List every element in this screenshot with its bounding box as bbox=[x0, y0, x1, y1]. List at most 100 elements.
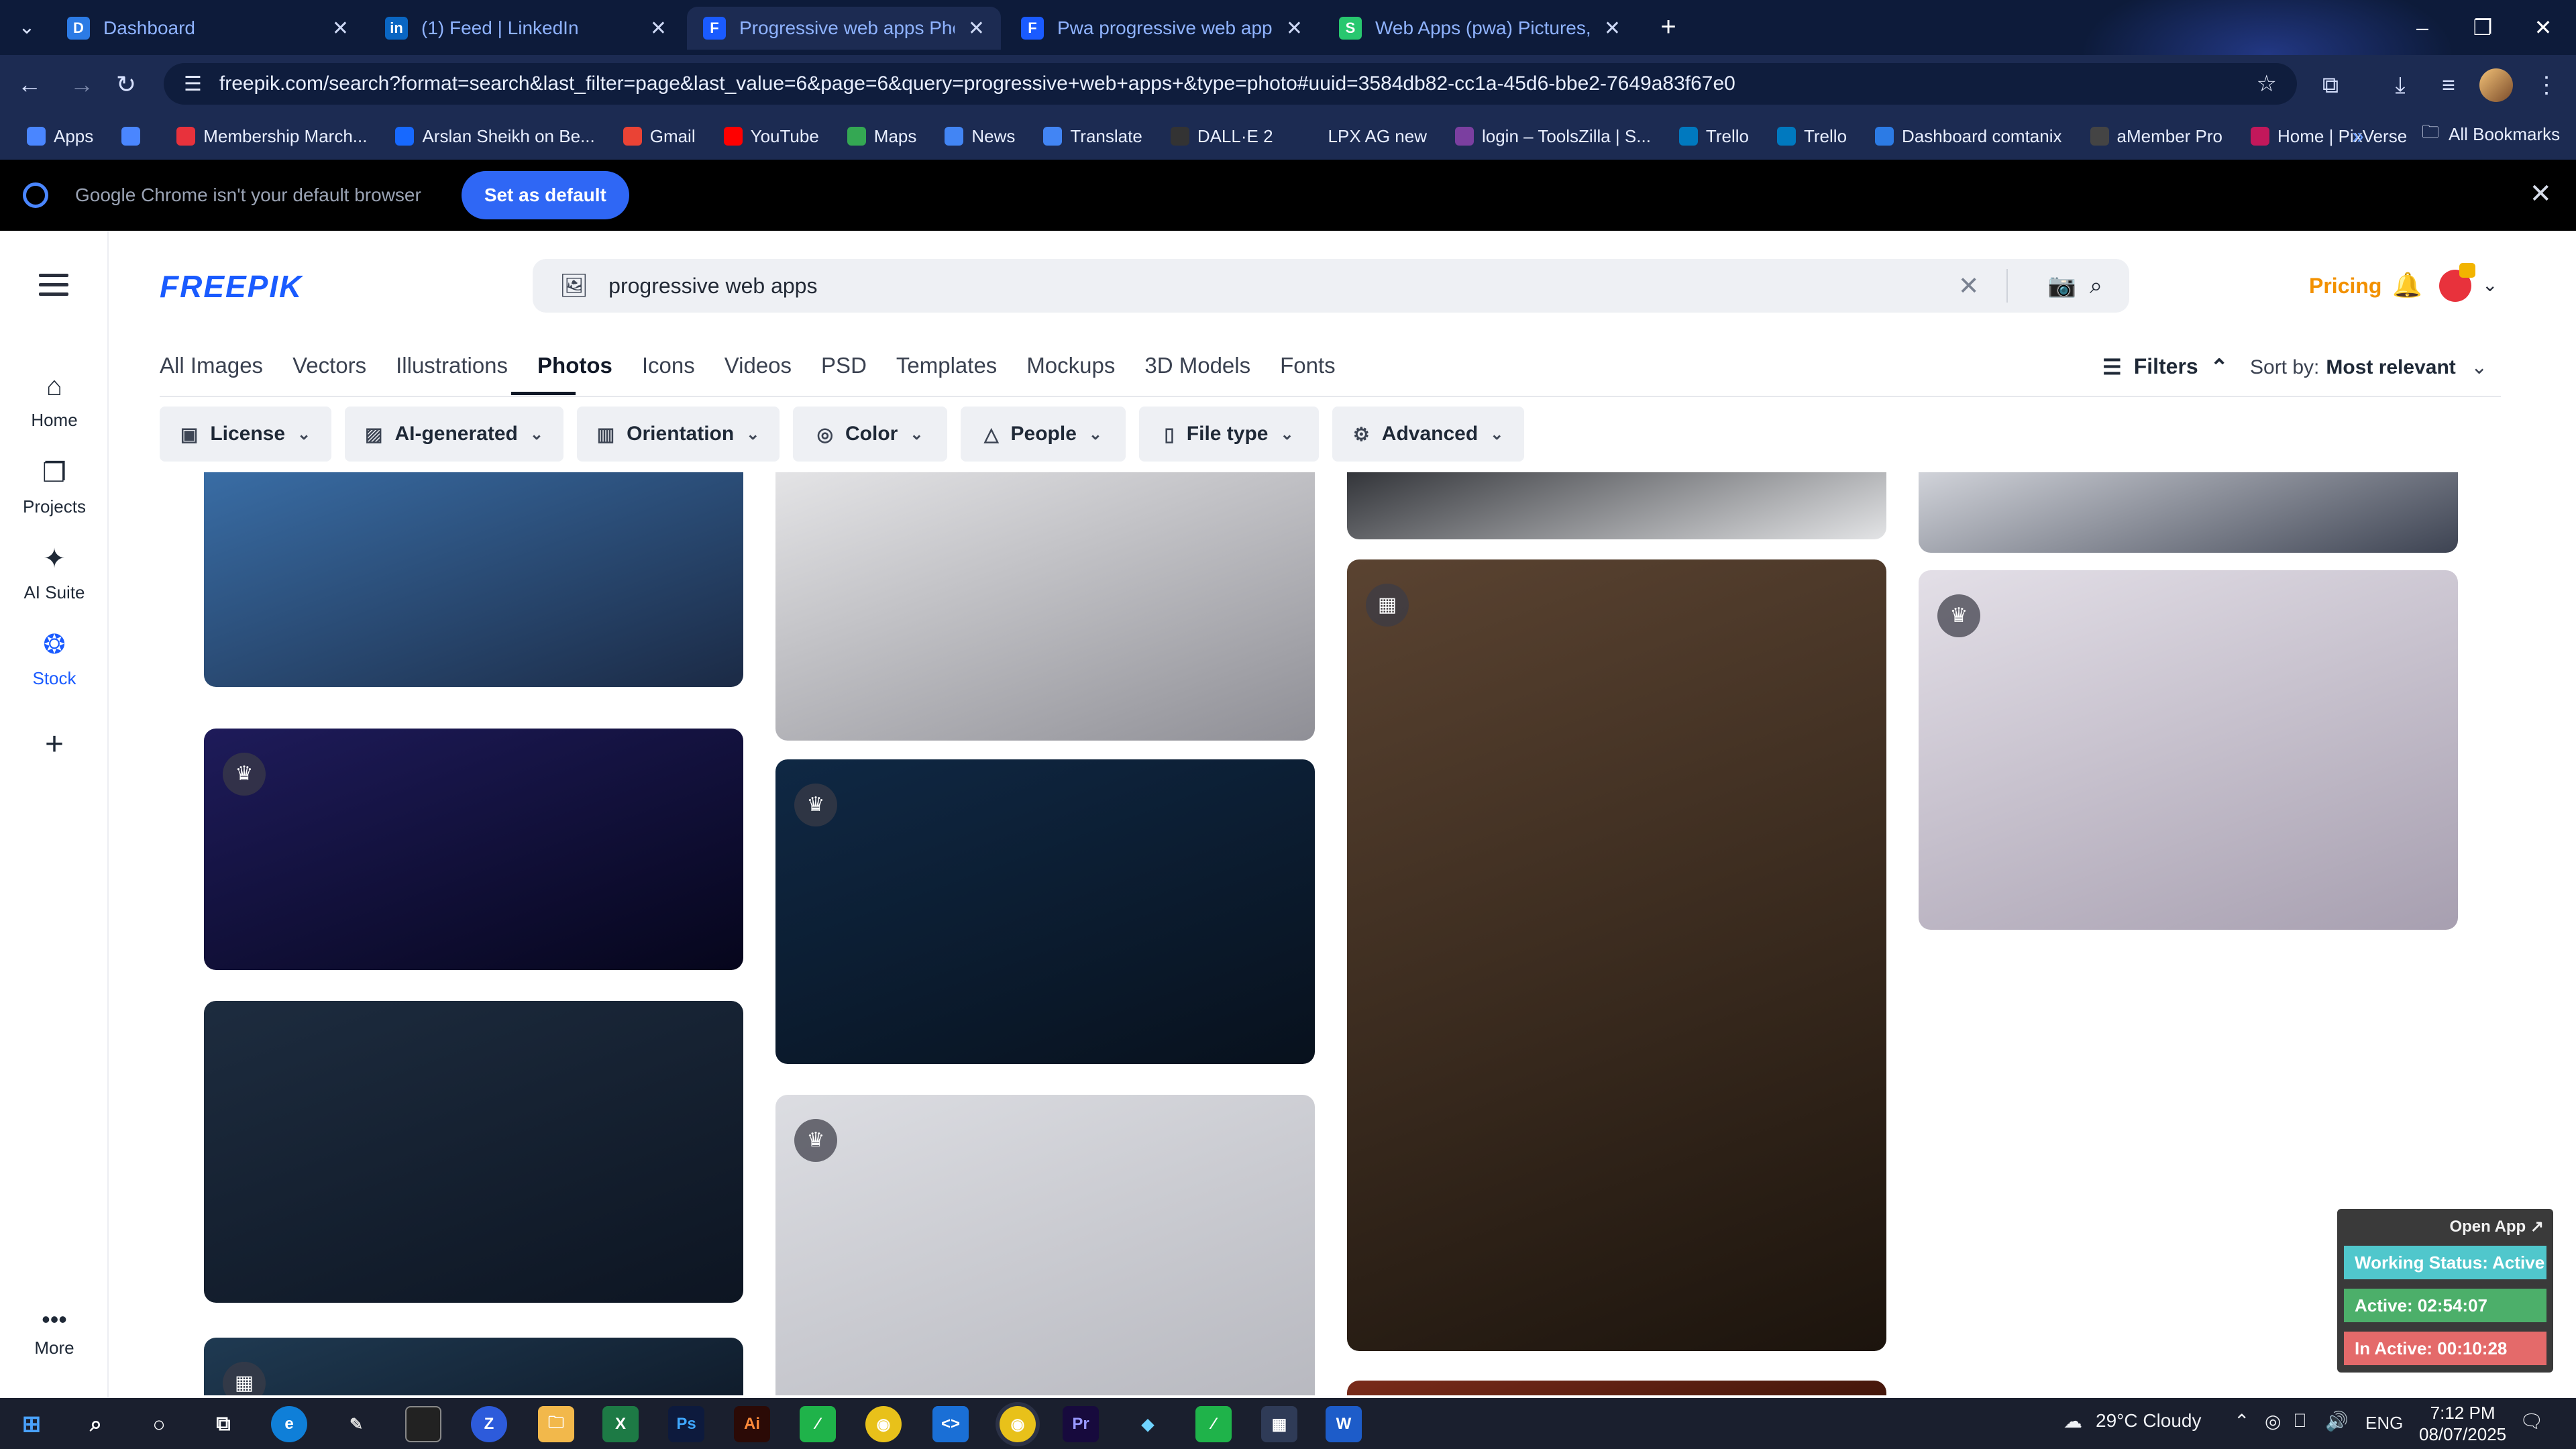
volume-icon[interactable]: 🔊 bbox=[2325, 1410, 2349, 1432]
premiere-icon[interactable]: Pr bbox=[1063, 1406, 1099, 1442]
search-icon[interactable]: ⌕ bbox=[2090, 273, 2102, 299]
hamburger-menu-icon[interactable] bbox=[39, 274, 68, 297]
tab-mockups[interactable]: Mockups bbox=[1026, 353, 1115, 378]
search-icon[interactable]: ⌕ bbox=[78, 1406, 114, 1442]
bookmark-item[interactable]: Arslan Sheikh on Be... bbox=[395, 126, 595, 147]
profile-avatar[interactable] bbox=[2479, 68, 2513, 102]
photo-man-with-phone[interactable] bbox=[204, 472, 743, 687]
omnibox[interactable]: ☰ freepik.com/search?format=search&last_… bbox=[164, 63, 2297, 105]
filter-color[interactable]: ◎ Color ⌄ bbox=[793, 407, 947, 462]
photo-laptop-dashboard[interactable] bbox=[204, 1001, 743, 1303]
photo-bottom-col1[interactable]: ▦ bbox=[204, 1338, 743, 1395]
close-window-button[interactable]: ✕ bbox=[2506, 0, 2576, 55]
windows-start-icon[interactable]: ⊞ bbox=[13, 1406, 50, 1442]
reload-icon[interactable]: ↻ bbox=[109, 67, 144, 102]
zoom-icon[interactable]: Z bbox=[471, 1406, 507, 1442]
freepik-logo[interactable]: FREEPIK bbox=[160, 268, 303, 305]
bookmark-item[interactable]: aMember Pro bbox=[2090, 126, 2222, 147]
tab-illustrations[interactable]: Illustrations bbox=[396, 353, 508, 378]
bookmark-item[interactable]: Membership March... bbox=[176, 126, 367, 147]
rail-item-more[interactable]: ••• More bbox=[0, 1305, 109, 1358]
excel-icon[interactable]: X bbox=[602, 1406, 639, 1442]
filter-file-type[interactable]: ▯ File type ⌄ bbox=[1139, 407, 1319, 462]
pen-icon[interactable]: ✎ bbox=[338, 1406, 374, 1442]
bookmark-item[interactable]: Apps bbox=[27, 126, 93, 147]
tab-linkedin[interactable]: in (1) Feed | LinkedIn ✕ bbox=[369, 7, 683, 50]
tab-fonts[interactable]: Fonts bbox=[1280, 353, 1336, 378]
more-bookmarks-chevron-icon[interactable]: » bbox=[2352, 123, 2364, 148]
rail-item-stock[interactable]: ❂ Stock bbox=[0, 629, 109, 689]
extensions-icon[interactable]: ⧉ bbox=[2313, 68, 2348, 102]
set-as-default-button[interactable]: Set as default bbox=[461, 171, 629, 219]
filter-license[interactable]: ▣ License ⌄ bbox=[160, 407, 331, 462]
filter-ai-generated[interactable]: ▨ AI-generated ⌄ bbox=[345, 407, 564, 462]
chrome-menu-icon[interactable]: ⋮ bbox=[2529, 68, 2564, 102]
pricing-link[interactable]: Pricing bbox=[2309, 274, 2381, 299]
file-explorer-icon[interactable]: 🗀 bbox=[538, 1406, 574, 1442]
task-view-icon[interactable]: ⧉ bbox=[205, 1406, 241, 1442]
chrome-icon[interactable]: ◉ bbox=[865, 1406, 902, 1442]
tab-templates[interactable]: Templates bbox=[896, 353, 997, 378]
bookmark-item[interactable]: Gmail bbox=[623, 126, 696, 147]
bookmark-item[interactable]: login – ToolsZilla | S... bbox=[1454, 126, 1651, 147]
rail-item-projects[interactable]: ❐ Projects bbox=[0, 458, 109, 517]
filter-people[interactable]: △ People ⌄ bbox=[961, 407, 1126, 462]
illustrator-icon[interactable]: Ai bbox=[734, 1406, 770, 1442]
tab-psd[interactable]: PSD bbox=[821, 353, 867, 378]
photo-desk-top-col4[interactable] bbox=[1919, 472, 2458, 553]
notifications-icon[interactable]: 🗨 bbox=[2520, 1410, 2544, 1432]
tab-icons[interactable]: Icons bbox=[642, 353, 695, 378]
sort-dropdown[interactable]: Sort by: Most relevant ⌄ bbox=[2250, 356, 2487, 379]
media-control-icon[interactable]: ≡ bbox=[2431, 68, 2466, 102]
photo-keyboard-tablet[interactable] bbox=[775, 472, 1315, 741]
bookmark-item[interactable]: Trello bbox=[1678, 126, 1749, 147]
bookmark-item[interactable]: Maps bbox=[847, 126, 916, 147]
tray-chevron-up-icon[interactable]: ⌃ bbox=[2234, 1410, 2249, 1432]
app-diamond-icon[interactable]: ◆ bbox=[1130, 1406, 1166, 1442]
weather-icon[interactable]: ☁ bbox=[2063, 1410, 2082, 1432]
back-arrow-icon[interactable]: ← bbox=[12, 67, 47, 102]
clock[interactable]: 7:12 PM 08/07/2025 bbox=[2419, 1402, 2506, 1445]
photo-laptop-green-phone[interactable]: ♛ bbox=[775, 759, 1315, 1064]
calculator-icon[interactable]: ▦ bbox=[1261, 1406, 1297, 1442]
all-bookmarks-button[interactable]: 🗀 All Bookmarks bbox=[2422, 119, 2560, 149]
rail-item-home[interactable]: ⌂ Home bbox=[0, 372, 109, 431]
tab-freepik-progressive-web-apps[interactable]: F Progressive web apps Photos | · ✕ bbox=[687, 7, 1001, 50]
search-input[interactable]: progressive web apps bbox=[608, 274, 1958, 299]
cortana-icon[interactable]: ○ bbox=[141, 1406, 177, 1442]
photo-meeting-screen[interactable]: ▦ bbox=[1347, 559, 1886, 1351]
photoshop-icon[interactable]: Ps bbox=[668, 1406, 704, 1442]
close-tab-icon[interactable]: ✕ bbox=[968, 17, 985, 40]
photo-laptop-app-icons[interactable]: ♛ bbox=[1919, 570, 2458, 930]
close-infobar-icon[interactable]: ✕ bbox=[2529, 178, 2552, 209]
vscode-icon[interactable]: <> bbox=[932, 1406, 969, 1442]
photo-cloud-phone-icons[interactable]: ♛ bbox=[775, 1095, 1315, 1395]
tab-freepik-pwa[interactable]: F Pwa progressive web apps sma ✕ bbox=[1005, 7, 1319, 50]
upwork-2-icon[interactable]: ∕ bbox=[1195, 1406, 1232, 1442]
bookmark-item[interactable]: YouTube bbox=[723, 126, 819, 147]
terminal-icon[interactable] bbox=[405, 1406, 441, 1442]
close-tab-icon[interactable]: ✕ bbox=[1604, 17, 1621, 40]
close-tab-icon[interactable]: ✕ bbox=[1286, 17, 1303, 40]
open-app-link[interactable]: Open App ↗ bbox=[2344, 1217, 2546, 1236]
photo-phone-search-hand[interactable]: ♛ bbox=[204, 729, 743, 970]
chrome-active-icon[interactable]: ◉ bbox=[1000, 1406, 1036, 1442]
url-text[interactable]: freepik.com/search?format=search&last_fi… bbox=[219, 72, 2239, 95]
search-bar[interactable]: 🖼 progressive web apps ✕ 📷 ⌕ bbox=[533, 259, 2129, 313]
close-tab-icon[interactable]: ✕ bbox=[332, 17, 349, 40]
security-icon[interactable]: ◎ bbox=[2265, 1410, 2281, 1432]
bookmark-item[interactable]: Dashboard comtanix bbox=[1875, 126, 2062, 147]
tab-photos[interactable]: Photos bbox=[537, 353, 612, 378]
weather-text[interactable]: 29°C Cloudy bbox=[2096, 1410, 2202, 1432]
language-indicator[interactable]: ENG bbox=[2365, 1413, 2403, 1434]
download-icon[interactable]: ⤓ bbox=[2383, 68, 2418, 102]
bookmark-star-icon[interactable]: ☆ bbox=[2257, 70, 2277, 97]
bookmark-item[interactable]: DALL·E 2 bbox=[1170, 126, 1273, 147]
tab-dashboard[interactable]: D Dashboard ✕ bbox=[51, 7, 365, 50]
clear-search-icon[interactable]: ✕ bbox=[1958, 271, 1980, 301]
close-tab-icon[interactable]: ✕ bbox=[650, 17, 667, 40]
network-icon[interactable]: ⎕ bbox=[2294, 1410, 2306, 1432]
filter-advanced[interactable]: ⚙ Advanced ⌄ bbox=[1332, 407, 1524, 462]
word-icon[interactable]: W bbox=[1326, 1406, 1362, 1442]
bookmark-item[interactable] bbox=[121, 127, 148, 146]
